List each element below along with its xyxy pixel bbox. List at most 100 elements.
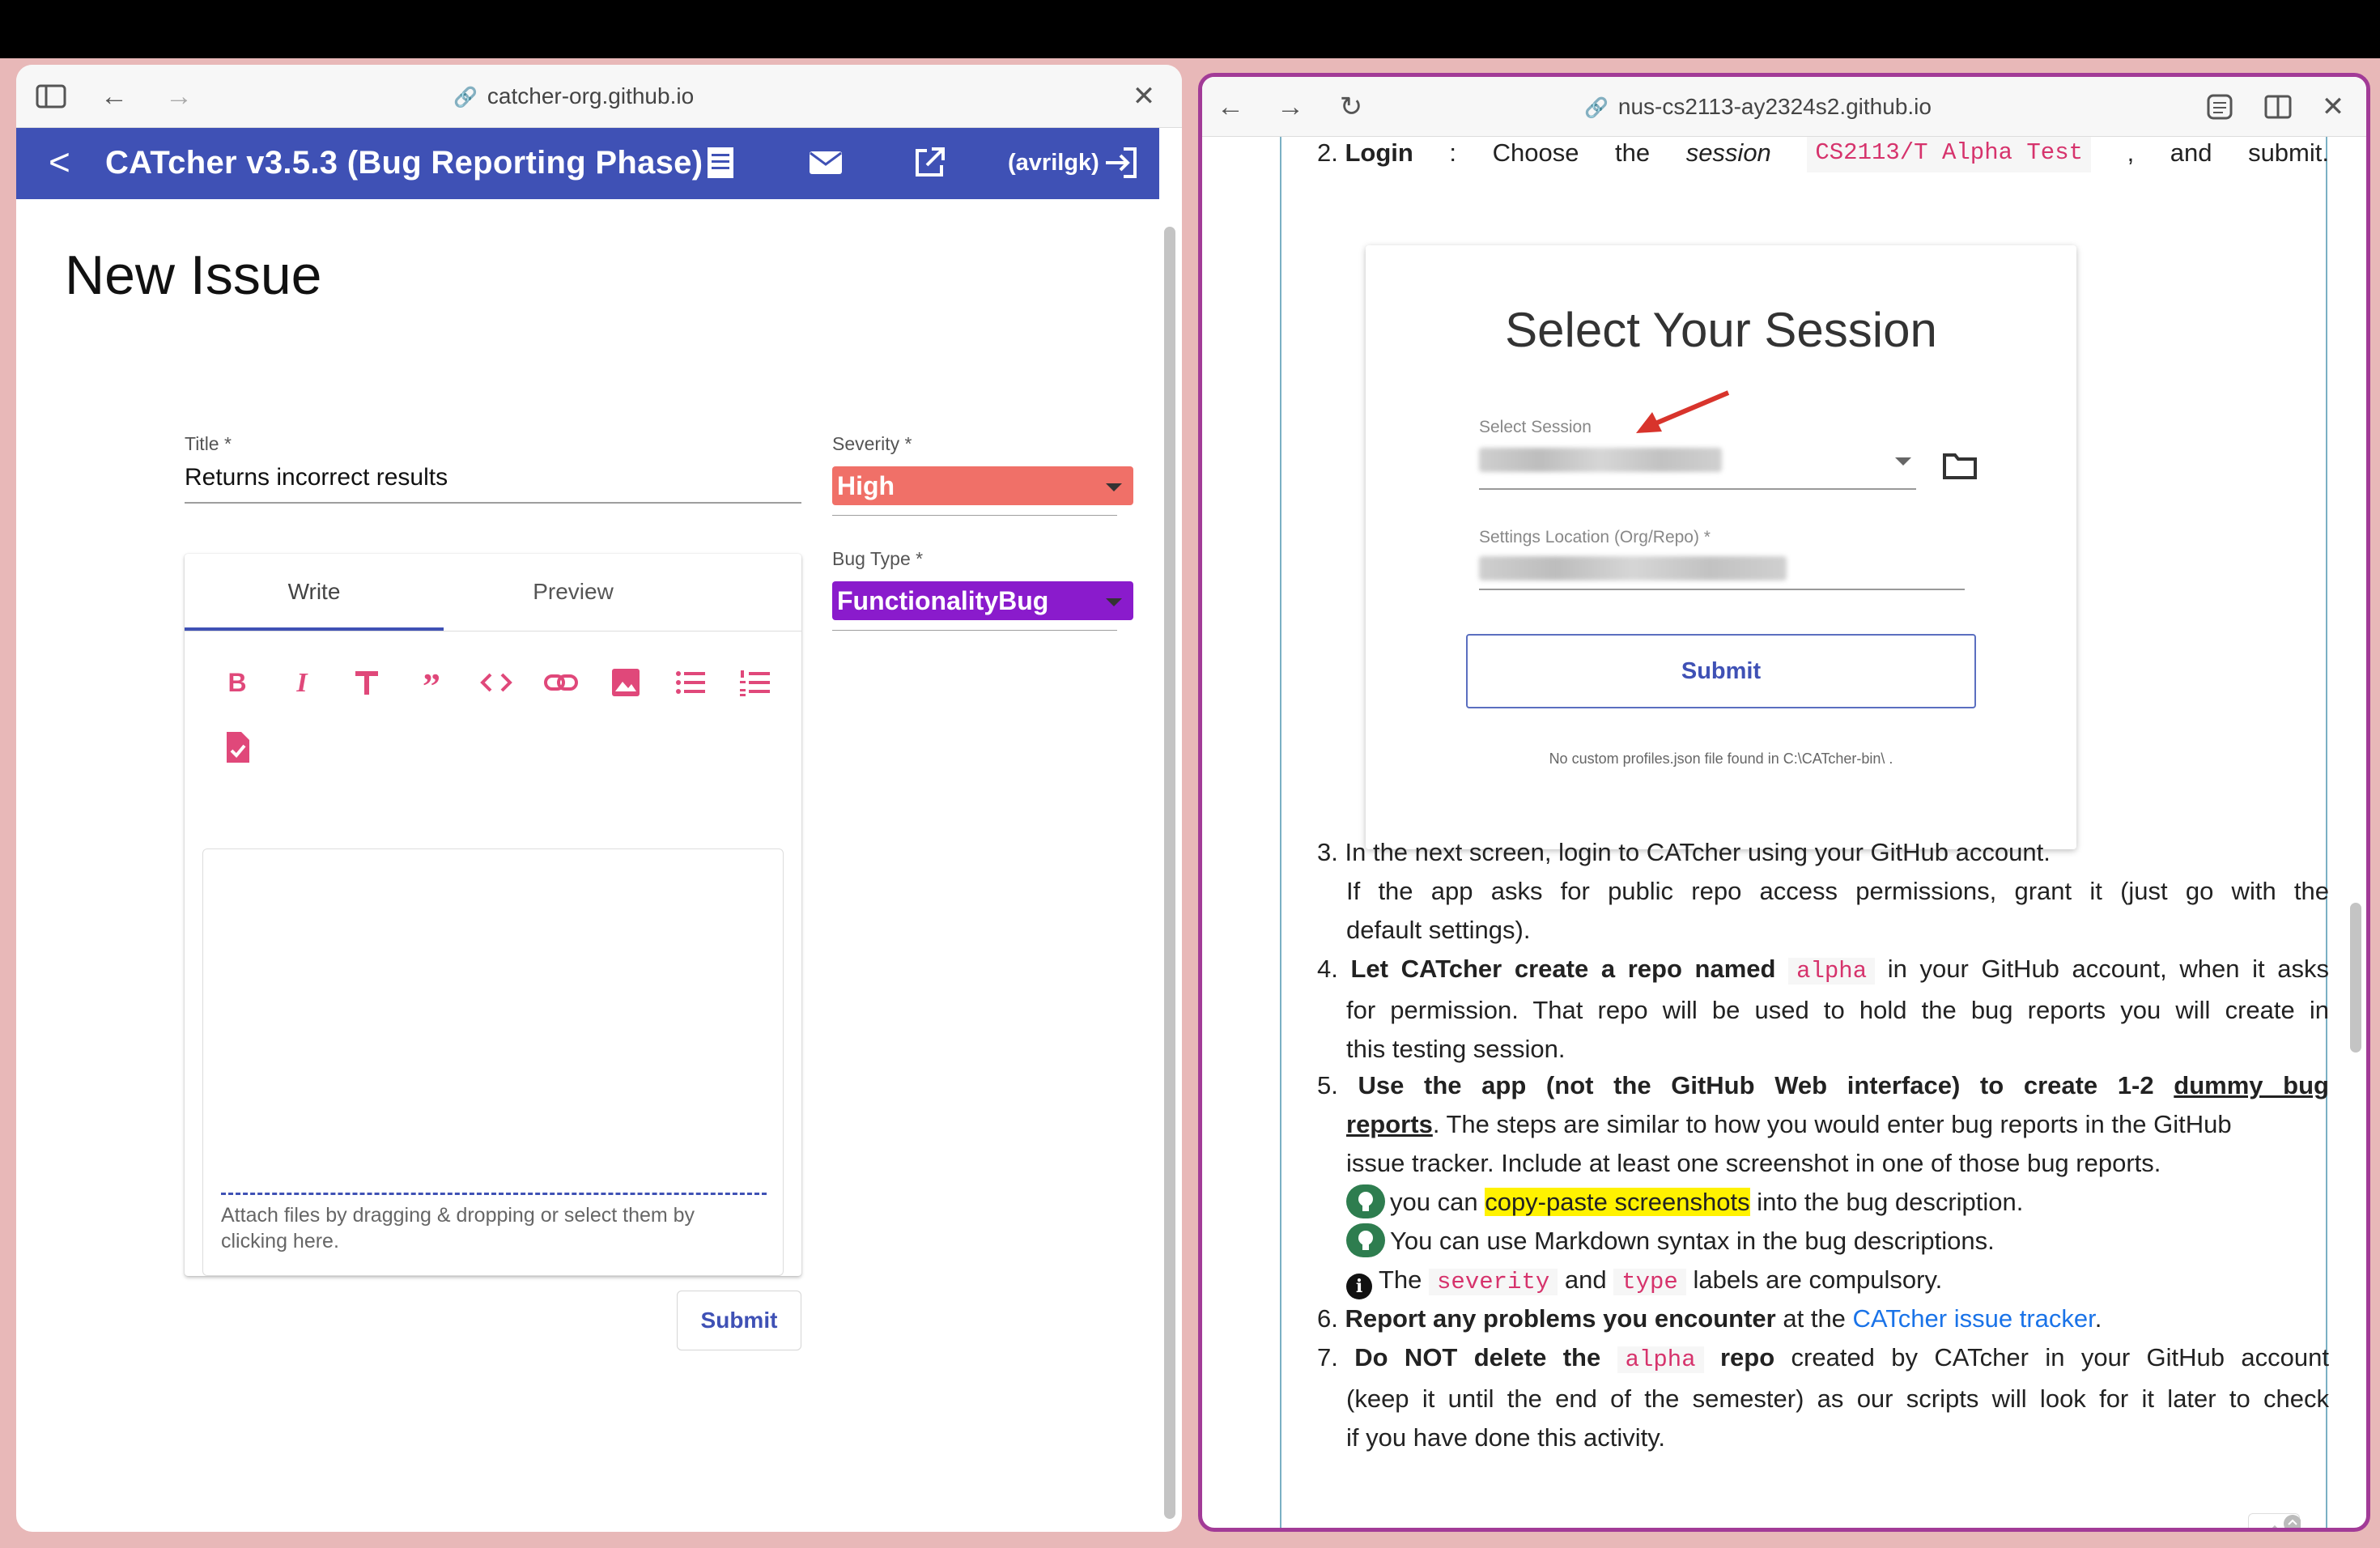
dummy-bug-underlined: dummy bug bbox=[2174, 1071, 2329, 1099]
reader-mode-icon[interactable] bbox=[2203, 91, 2237, 122]
title-input[interactable]: Returns incorrect results bbox=[185, 463, 448, 492]
step-7-line-2: (keep it until the end of the semester) … bbox=[1346, 1384, 2329, 1413]
submit-button[interactable]: Submit bbox=[677, 1291, 801, 1350]
step-3-line-1: In the next screen, login to CATcher usi… bbox=[1345, 838, 2051, 866]
tip-1-highlight: copy-paste screenshots bbox=[1485, 1188, 1750, 1216]
step-7-bold: Do NOT delete the bbox=[1354, 1343, 1601, 1372]
scroll-to-top-button[interactable] bbox=[2248, 1513, 2301, 1528]
bullet-list-icon[interactable] bbox=[672, 664, 709, 701]
right-scrollbar-thumb[interactable] bbox=[2350, 903, 2361, 1053]
heading-icon[interactable] bbox=[348, 664, 385, 701]
reload-icon[interactable]: ↻ bbox=[1334, 91, 1368, 122]
link-icon: 🔗 bbox=[453, 87, 478, 108]
close-tab-icon[interactable]: ✕ bbox=[1127, 81, 1161, 112]
left-scrollbar[interactable] bbox=[1161, 154, 1179, 1522]
guide-line-left bbox=[1280, 137, 1281, 1528]
step-7-bold-repo: repo bbox=[1719, 1343, 1775, 1372]
logout-icon[interactable] bbox=[1101, 142, 1141, 183]
split-view-icon[interactable] bbox=[2261, 91, 2295, 122]
app-title: CATcher v3.5.3 (Bug Reporting Phase) bbox=[105, 145, 703, 181]
title-field-label: Title * bbox=[185, 433, 232, 454]
session-code: CS2113/T Alpha Test bbox=[1807, 137, 2092, 172]
step-number: 2. bbox=[1317, 138, 1338, 167]
step-4-bold: Let CATcher create a repo named bbox=[1350, 955, 1776, 983]
lightbulb-tip-icon bbox=[1346, 1184, 1385, 1218]
step-number: 3. bbox=[1317, 838, 1338, 866]
severity-value: High bbox=[837, 471, 895, 500]
catcher-issue-tracker-link[interactable]: CATcher issue tracker bbox=[1853, 1304, 2095, 1333]
step-4-text: in your GitHub account, when it asks bbox=[1875, 955, 2329, 983]
mail-icon[interactable] bbox=[805, 142, 846, 183]
step-6-period: . bbox=[2094, 1304, 2102, 1333]
left-browser-window: ← → 🔗 catcher-org.github.io ✕ < CATcher v… bbox=[16, 65, 1182, 1532]
step-5-line-3: issue tracker. Include at least one scre… bbox=[1346, 1149, 2161, 1177]
numbered-list-icon[interactable] bbox=[737, 664, 774, 701]
svg-text:”: ” bbox=[423, 666, 440, 701]
italic-icon[interactable]: I bbox=[283, 664, 321, 701]
tab-preview[interactable]: Preview bbox=[444, 554, 703, 630]
left-scrollbar-thumb[interactable] bbox=[1164, 227, 1175, 1519]
description-textarea[interactable]: Attach files by dragging & dropping or s… bbox=[202, 848, 784, 1276]
back-chevron-icon[interactable]: < bbox=[49, 142, 70, 181]
back-arrow-icon[interactable]: ← bbox=[1213, 91, 1247, 122]
dropzone-divider bbox=[221, 1193, 767, 1195]
screenshot-note: No custom profiles.json file found in C:… bbox=[1549, 751, 1893, 767]
lightbulb-tip-icon bbox=[1346, 1223, 1385, 1257]
session-underline bbox=[1479, 488, 1916, 490]
alpha-code: alpha bbox=[1617, 1346, 1704, 1373]
address-bar[interactable]: 🔗 catcher-org.github.io bbox=[453, 83, 694, 112]
step-5-text: . The steps are similar to how you would… bbox=[1432, 1110, 2232, 1138]
tab-write[interactable]: Write bbox=[185, 554, 444, 630]
alpha-code: alpha bbox=[1788, 958, 1876, 985]
code-icon[interactable] bbox=[478, 664, 515, 701]
info-text: The bbox=[1379, 1265, 1430, 1294]
step-5: 5. Use the app (not the GitHub Web inter… bbox=[1317, 1066, 2329, 1302]
sidebar-toggle-icon[interactable] bbox=[34, 81, 68, 112]
step-2-bold: Login bbox=[1345, 138, 1413, 167]
left-browser-toolbar: ← → 🔗 catcher-org.github.io ✕ bbox=[16, 65, 1182, 128]
bugtype-value: FunctionalityBug bbox=[837, 586, 1049, 615]
forward-arrow-icon[interactable]: → bbox=[162, 81, 196, 112]
step-number: 5. bbox=[1317, 1071, 1338, 1099]
step-6-text: at the bbox=[1775, 1304, 1853, 1333]
tip-1-text-end: into the bug description. bbox=[1749, 1188, 2024, 1216]
link-icon[interactable] bbox=[542, 664, 580, 701]
step-6-bold: Report any problems you encounter bbox=[1345, 1304, 1776, 1333]
severity-code: severity bbox=[1429, 1269, 1558, 1295]
screenshot-title: Select Your Session bbox=[1505, 303, 1937, 357]
blurred-settings-value bbox=[1479, 556, 1787, 580]
type-code: type bbox=[1613, 1269, 1686, 1295]
info-text-and: and bbox=[1558, 1265, 1614, 1294]
attach-files-hint[interactable]: Attach files by dragging & dropping or s… bbox=[221, 1202, 739, 1254]
step-number: 4. bbox=[1317, 955, 1338, 983]
address-bar[interactable]: 🔗 nus-cs2113-ay2324s2.github.io bbox=[1584, 93, 1932, 122]
severity-label: Severity * bbox=[832, 433, 912, 454]
image-icon[interactable] bbox=[607, 664, 644, 701]
back-arrow-icon[interactable]: ← bbox=[97, 81, 131, 112]
tip-1-text: you can bbox=[1390, 1188, 1485, 1216]
bugtype-select[interactable]: FunctionalityBug bbox=[832, 581, 1133, 620]
url-text: nus-cs2113-ay2324s2.github.io bbox=[1617, 94, 1932, 119]
bugtype-label: Bug Type * bbox=[832, 548, 924, 569]
step-4-line-3: this testing session. bbox=[1346, 1035, 1566, 1063]
bold-icon[interactable]: B bbox=[219, 664, 256, 701]
right-browser-window: ← → ↻ 🔗 nus-cs2113-ay2324s2.github.io ✕ 2… bbox=[1198, 73, 2370, 1532]
step-3-line-2: If the app asks for public repo access p… bbox=[1346, 877, 2329, 905]
quote-icon[interactable]: ” bbox=[413, 664, 450, 701]
reports-underlined: reports bbox=[1346, 1110, 1433, 1138]
dropdown-arrow-icon bbox=[1895, 457, 1911, 466]
bugtype-underline bbox=[832, 630, 1117, 631]
severity-select[interactable]: High bbox=[832, 466, 1133, 505]
open-external-icon[interactable] bbox=[909, 142, 950, 183]
close-tab-icon[interactable]: ✕ bbox=[2316, 91, 2350, 122]
document-list-icon[interactable] bbox=[700, 142, 741, 183]
step-3-line-3: default settings). bbox=[1346, 916, 1531, 944]
screenshot-settings-label: Settings Location (Org/Repo) * bbox=[1479, 528, 1711, 546]
forward-arrow-icon[interactable]: → bbox=[1273, 91, 1307, 122]
severity-underline bbox=[832, 515, 1117, 516]
dropdown-arrow-icon bbox=[1106, 483, 1122, 491]
instructions-content: 2. Login : Choose the session CS2113/T Alph… bbox=[1202, 137, 2366, 1528]
tip-2-text: You can use Markdown syntax in the bug d… bbox=[1390, 1227, 1995, 1255]
file-check-icon[interactable] bbox=[219, 729, 256, 766]
session-screenshot: Select Your Session Select Session Setti… bbox=[1366, 245, 2076, 849]
